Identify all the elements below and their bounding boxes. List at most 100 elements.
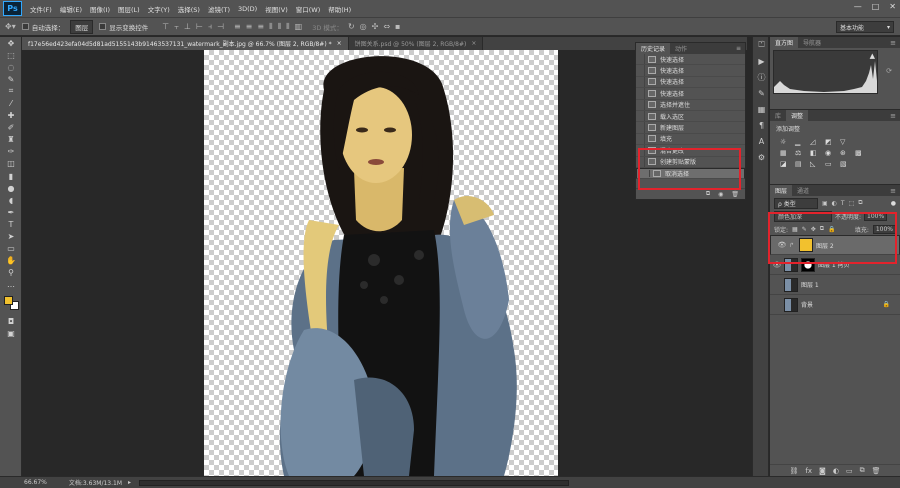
move-tool-icon[interactable]: ✥▾ bbox=[5, 22, 16, 31]
path-select-tool-icon[interactable]: ➤ bbox=[0, 231, 22, 243]
layer-filter-select[interactable]: ρ 类型 bbox=[774, 197, 818, 209]
filter-type-icon[interactable]: T bbox=[841, 200, 845, 207]
align-left-icon[interactable]: ⊢ bbox=[196, 22, 203, 31]
clone-stamp-tool-icon[interactable]: ♜ bbox=[0, 134, 22, 146]
3d-slide-icon[interactable]: ⇔ bbox=[383, 22, 390, 31]
type-tool-icon[interactable]: T bbox=[0, 218, 22, 230]
tab-histogram[interactable]: 直方图 bbox=[770, 37, 799, 48]
menu-help[interactable]: 帮助(H) bbox=[328, 4, 351, 14]
distribute-hcenter-icon[interactable]: ⦀ bbox=[278, 22, 282, 32]
history-brush-source[interactable] bbox=[636, 76, 645, 88]
gradient-tool-icon[interactable]: ▮ bbox=[0, 170, 22, 182]
trash-icon[interactable]: 🗑 bbox=[731, 191, 739, 198]
show-transform-checkbox[interactable] bbox=[99, 23, 107, 30]
vibrance-icon[interactable]: ▽ bbox=[840, 138, 852, 146]
history-brush-source[interactable] bbox=[636, 65, 645, 76]
history-item[interactable]: 快速选择 bbox=[636, 65, 745, 77]
menu-3d[interactable]: 3D(D) bbox=[238, 5, 257, 13]
menu-layer[interactable]: 图层(L) bbox=[118, 4, 140, 14]
close-icon[interactable]: ✕ bbox=[889, 2, 896, 11]
color-swatches[interactable] bbox=[0, 291, 22, 315]
menu-filter[interactable]: 滤镜(T) bbox=[208, 4, 230, 14]
shape-tool-icon[interactable]: ▭ bbox=[0, 243, 22, 255]
channel-mixer-icon[interactable]: ⊛ bbox=[840, 149, 852, 157]
menu-file[interactable]: 文件(F) bbox=[30, 4, 52, 14]
distribute-left-icon[interactable]: ⦀ bbox=[269, 22, 273, 32]
tab-layers[interactable]: 图层 bbox=[770, 185, 793, 196]
info-icon[interactable]: ⓘ bbox=[753, 69, 770, 85]
quick-mask-icon[interactable]: ◘ bbox=[0, 315, 22, 327]
3d-rotate-icon[interactable]: ↻ bbox=[348, 22, 355, 31]
menu-window[interactable]: 窗口(W) bbox=[296, 4, 321, 14]
brush-panel-icon[interactable]: ✎ bbox=[753, 85, 770, 101]
3d-roll-icon[interactable]: ◎ bbox=[360, 22, 367, 31]
hand-tool-icon[interactable]: ✋ bbox=[0, 255, 22, 267]
play-icon[interactable]: ▶ bbox=[753, 53, 770, 69]
eraser-tool-icon[interactable]: ◫ bbox=[0, 158, 22, 170]
history-item[interactable]: 快速选择 bbox=[636, 88, 745, 100]
tab-actions[interactable]: 动作 bbox=[670, 43, 692, 54]
menu-edit[interactable]: 编辑(E) bbox=[60, 4, 82, 14]
history-item[interactable]: 填充 bbox=[636, 133, 745, 146]
distribute-vcenter-icon[interactable]: ≡ bbox=[246, 22, 253, 31]
3d-scale-icon[interactable]: ▪ bbox=[395, 22, 400, 31]
lasso-tool-icon[interactable]: ◌ bbox=[0, 61, 22, 73]
tab-history[interactable]: 历史记录 bbox=[636, 43, 671, 54]
history-brush-tool-icon[interactable]: ✑ bbox=[0, 146, 22, 158]
align-hcenter-icon[interactable]: ⫞ bbox=[208, 22, 212, 32]
zoom-tool-icon[interactable]: ⚲ bbox=[0, 267, 22, 279]
tab-channels[interactable]: 通道 bbox=[792, 185, 814, 196]
layer-row[interactable]: 图层 1 bbox=[770, 275, 900, 295]
paragraph-panel-icon[interactable]: ¶ bbox=[753, 117, 770, 133]
align-bottom-icon[interactable]: ⊥ bbox=[184, 22, 191, 31]
history-brush-source[interactable] bbox=[636, 99, 645, 110]
add-mask-icon[interactable]: ◙ bbox=[819, 467, 826, 475]
gradient-map-icon[interactable]: ▭ bbox=[825, 160, 837, 168]
distribute-top-icon[interactable]: ≡ bbox=[234, 22, 241, 31]
document-info[interactable]: 文档:3.63M/13.1M bbox=[69, 478, 122, 487]
invert-icon[interactable]: ◪ bbox=[780, 160, 792, 168]
menu-view[interactable]: 视图(V) bbox=[265, 4, 288, 14]
color-balance-icon[interactable]: ⚖ bbox=[795, 149, 807, 157]
curves-icon[interactable]: ◿ bbox=[810, 138, 822, 146]
healing-brush-tool-icon[interactable]: ✚ bbox=[0, 110, 22, 122]
history-brush-source[interactable] bbox=[636, 54, 645, 65]
panel-menu-icon[interactable]: ≡ bbox=[890, 112, 896, 120]
align-top-icon[interactable]: ⊤ bbox=[162, 22, 169, 31]
history-brush-source[interactable] bbox=[636, 133, 645, 145]
posterize-icon[interactable]: ▤ bbox=[795, 160, 807, 168]
filter-toggle-icon[interactable]: ● bbox=[891, 200, 896, 207]
link-icon[interactable]: ⛓ bbox=[790, 467, 799, 475]
eyedropper-tool-icon[interactable]: ⁄ bbox=[0, 97, 22, 109]
filter-smart-icon[interactable]: ⧉ bbox=[858, 199, 862, 207]
align-right-icon[interactable]: ⊣ bbox=[217, 22, 224, 31]
group-folder-icon[interactable]: ▭ bbox=[846, 467, 853, 475]
swatch-panel-icon[interactable]: ▦ bbox=[753, 101, 770, 117]
history-item[interactable]: 选择并遮住 bbox=[636, 99, 745, 111]
history-item[interactable]: 新建图层 bbox=[636, 122, 745, 134]
filter-shape-icon[interactable]: ⬚ bbox=[849, 200, 855, 207]
fx-icon[interactable]: fx bbox=[805, 467, 812, 475]
auto-select-checkbox[interactable] bbox=[21, 23, 29, 30]
blur-tool-icon[interactable]: ● bbox=[0, 182, 22, 194]
history-brush-source[interactable] bbox=[636, 88, 645, 99]
color-lookup-icon[interactable]: ▩ bbox=[855, 149, 867, 157]
warning-icon[interactable]: ▲ bbox=[870, 52, 875, 60]
threshold-icon[interactable]: ◺ bbox=[810, 160, 822, 168]
brightness-icon[interactable]: ☼ bbox=[780, 138, 792, 146]
layer-name[interactable]: 背景 bbox=[801, 300, 813, 309]
document-canvas[interactable] bbox=[204, 50, 558, 476]
align-vcenter-icon[interactable]: ⫟ bbox=[174, 22, 179, 32]
distribute-bottom-icon[interactable]: ≡ bbox=[257, 22, 264, 31]
pen-tool-icon[interactable]: ✒ bbox=[0, 206, 22, 218]
crop-tool-icon[interactable]: ⌗ bbox=[0, 85, 22, 97]
brush-tool-icon[interactable]: ✐ bbox=[0, 122, 22, 134]
new-layer-icon[interactable]: ⧉ bbox=[860, 466, 865, 475]
screen-mode-icon[interactable]: ▣ bbox=[0, 327, 22, 339]
hue-saturation-icon[interactable]: ▦ bbox=[780, 149, 792, 157]
panel-menu-icon[interactable]: ≡ bbox=[890, 187, 896, 195]
history-item[interactable]: 快速选择 bbox=[636, 76, 745, 89]
3d-pan-icon[interactable]: ✣ bbox=[372, 22, 379, 31]
selective-color-icon[interactable]: ▧ bbox=[840, 160, 852, 168]
refresh-icon[interactable]: ⟳ bbox=[886, 67, 892, 75]
